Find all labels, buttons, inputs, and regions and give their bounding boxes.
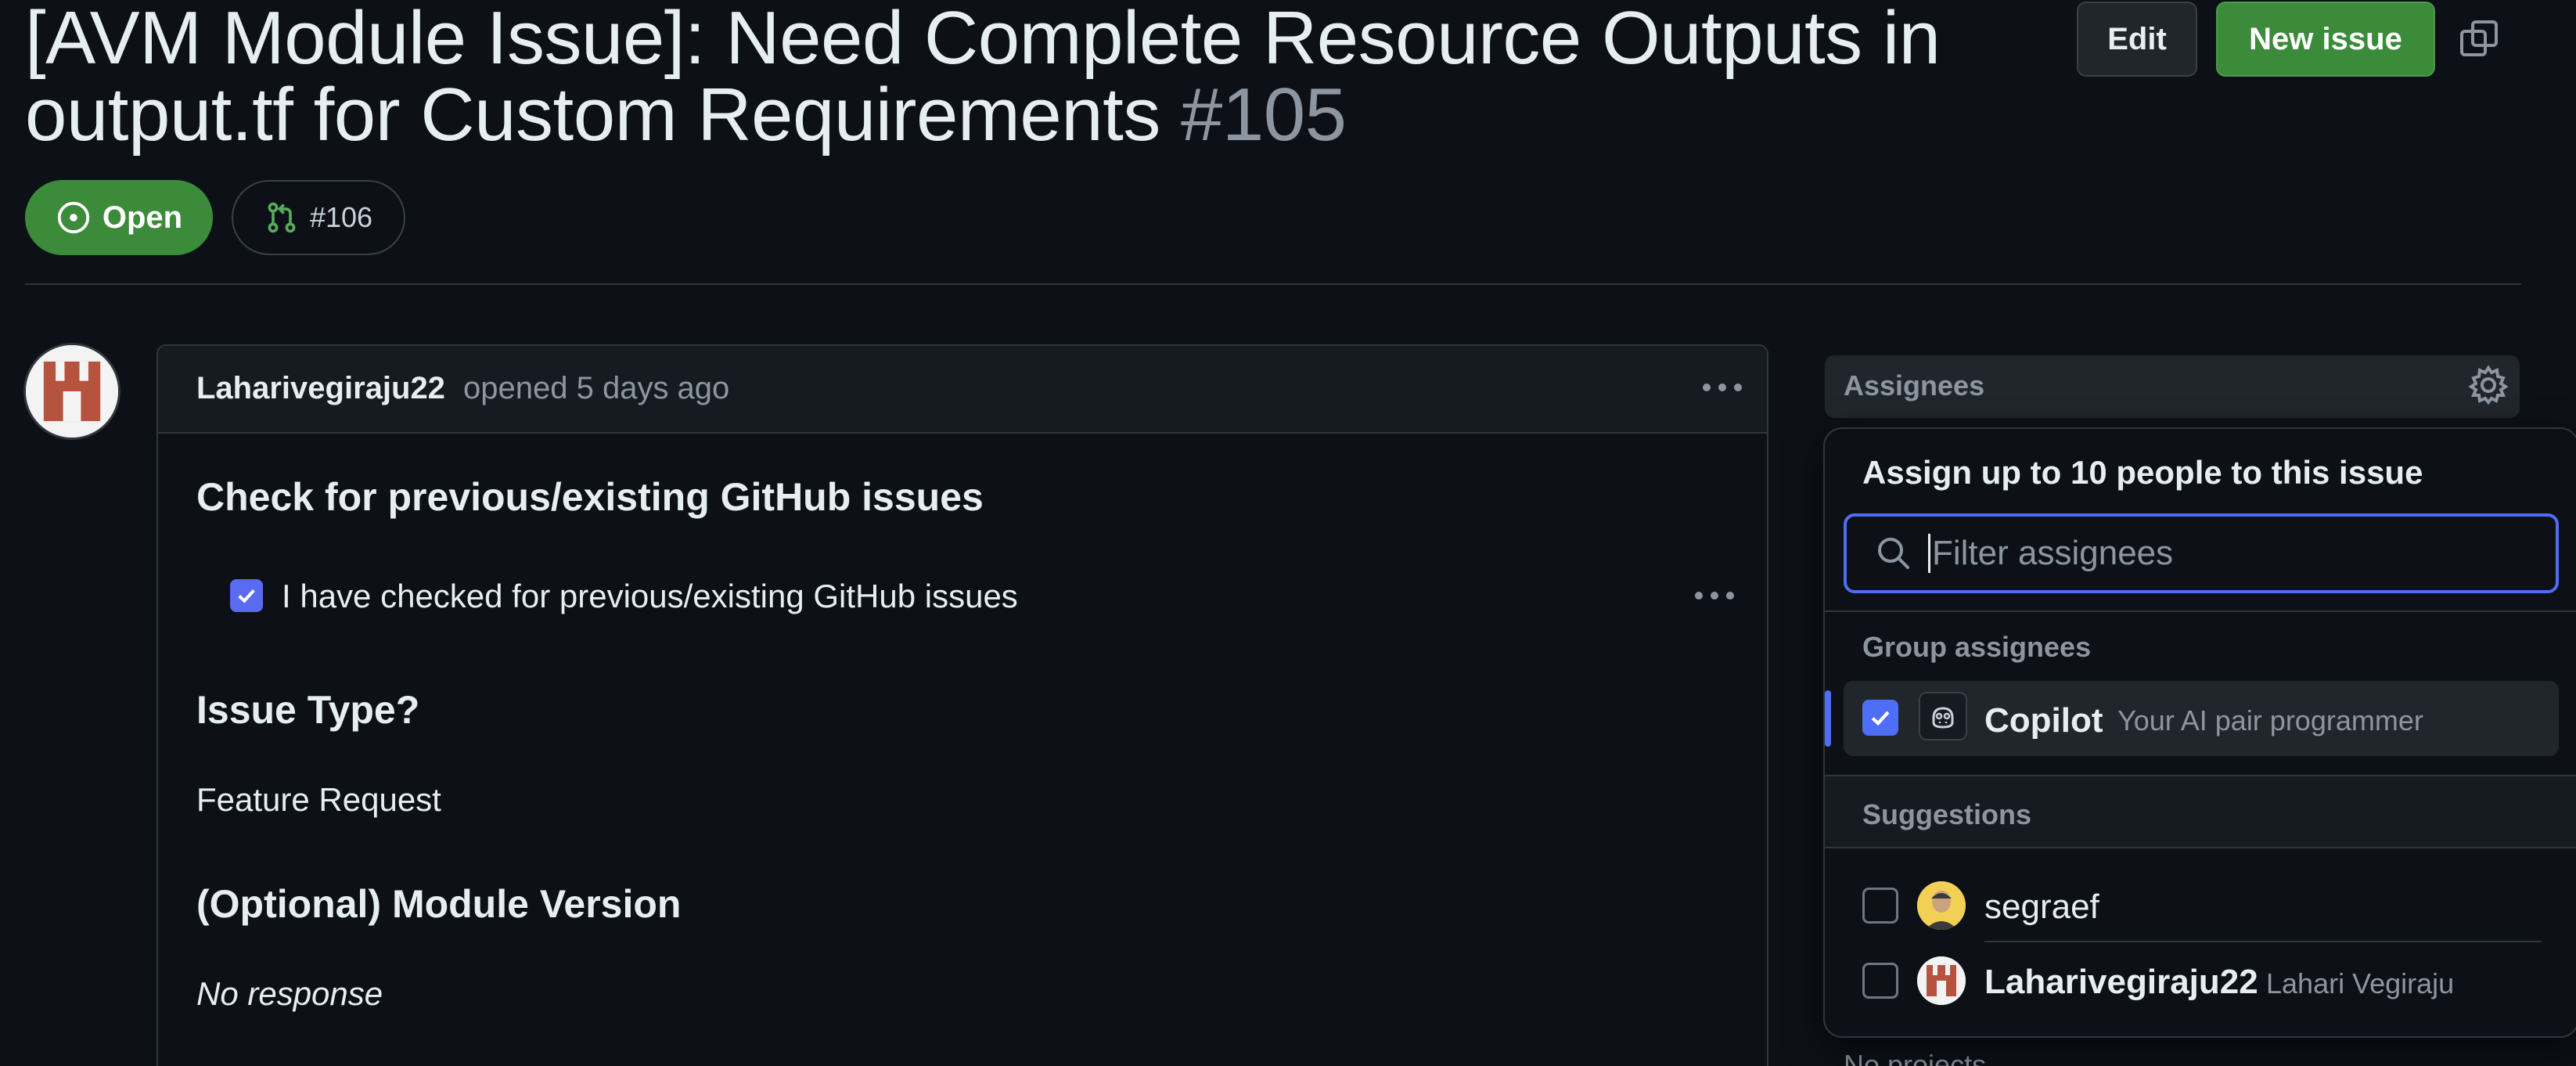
popover-divider [1825, 847, 2576, 848]
comment-timestamp[interactable]: opened 5 days ago [463, 371, 729, 406]
gear-icon[interactable] [2466, 363, 2510, 407]
task-checkbox[interactable] [230, 579, 263, 612]
issue-type-value: Feature Request [196, 781, 441, 818]
issue-number: #105 [1181, 73, 1347, 157]
new-issue-button[interactable]: New issue [2216, 2, 2435, 77]
module-version-value: No response [196, 975, 383, 1012]
suggestion-login[interactable]: segraef [1984, 888, 2099, 927]
text-cursor [1928, 534, 1930, 573]
section-heading-type: Issue Type? [196, 688, 420, 732]
status-badge: Open [25, 180, 213, 255]
assignees-label: Assignees [1844, 369, 1985, 402]
row-divider [1984, 941, 2542, 942]
group-assignees-label: Group assignees [1862, 631, 2092, 663]
task-item-label: I have checked for previous/existing Git… [282, 578, 1018, 614]
avatar [1917, 956, 1966, 1005]
suggestion-full-name: Lahari Vegiraju [2266, 967, 2455, 999]
popover-title: Assign up to 10 people to this issue [1862, 454, 2423, 491]
suggestions-label: Suggestions [1862, 798, 2032, 830]
filter-assignees-field[interactable] [1844, 513, 2559, 593]
kebab-icon[interactable] [1703, 384, 1742, 391]
check-icon [238, 589, 255, 603]
filter-assignees-input[interactable] [1932, 534, 2527, 573]
copilot-name: Copilot [1984, 701, 2103, 740]
copy-icon[interactable] [2457, 17, 2501, 61]
status-label: Open [102, 200, 183, 235]
segraef-checkbox[interactable] [1862, 888, 1898, 924]
issue-open-icon [57, 201, 89, 234]
laharivegiraju22-checkbox[interactable] [1862, 963, 1898, 999]
projects-empty-text: No projects [1844, 1049, 1987, 1066]
copilot-checkbox[interactable] [1862, 700, 1898, 736]
issue-title: [AVM Module Issue]: Need Complete Resour… [25, 0, 1997, 153]
kebab-icon[interactable] [1695, 592, 1734, 600]
section-heading-check: Check for previous/existing GitHub issue… [196, 475, 984, 519]
search-icon [1878, 538, 1909, 569]
linked-pr-number: #106 [309, 201, 373, 233]
copilot-description: Your AI pair programmer [2117, 704, 2423, 736]
header-divider [25, 283, 2521, 285]
suggestion-login[interactable]: Laharivegiraju22 [1984, 963, 2258, 1002]
popover-divider [1825, 610, 2576, 612]
edit-button[interactable]: Edit [2077, 2, 2197, 77]
issue-title-text: [AVM Module Issue]: Need Complete Resour… [25, 0, 1941, 157]
comment-author[interactable]: Laharivegiraju22 [196, 371, 445, 406]
section-heading-version: (Optional) Module Version [196, 882, 682, 926]
check-icon [1871, 711, 1890, 726]
git-pull-request-icon [268, 202, 296, 233]
linked-pr-badge[interactable]: #106 [232, 180, 405, 255]
avatar[interactable] [23, 343, 121, 440]
copilot-icon [1919, 692, 1967, 740]
active-indicator [1825, 690, 1831, 747]
avatar [1917, 881, 1966, 930]
